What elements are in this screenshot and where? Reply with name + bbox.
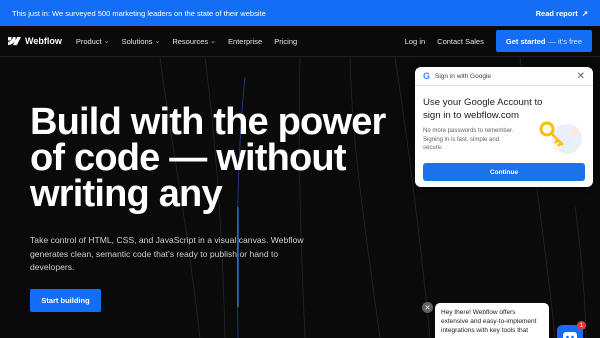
chat-close-icon[interactable]: ✕ [422, 302, 433, 313]
arrow-right-icon: ↗ [581, 8, 588, 18]
logo-text: Webflow [25, 36, 62, 46]
nav-item-enterprise[interactable]: Enterprise [228, 37, 262, 46]
get-started-suffix: — it's free [548, 36, 582, 46]
webflow-logo[interactable]: Webflow [8, 36, 62, 46]
google-popup-header-label: Sign in with Google [435, 72, 492, 80]
close-icon[interactable]: ✕ [577, 71, 585, 82]
nav-item-label: Pricing [274, 36, 298, 46]
announcement-text: This just in: We surveyed 500 marketing … [12, 8, 266, 18]
nav-item-label: Product [75, 36, 102, 46]
nav-links: Product ⌄ Solutions ⌄ Resources ⌄ Enterp… [76, 37, 297, 46]
chevron-down-icon: ⌄ [210, 38, 217, 45]
chevron-down-icon: ⌄ [154, 38, 161, 45]
read-report-link[interactable]: Read report ↗ [536, 9, 588, 18]
nav-right: Log in Contact Sales Get started — it's … [405, 30, 592, 52]
nav-item-pricing[interactable]: Pricing [274, 37, 297, 46]
webflow-logo-icon [8, 36, 21, 45]
nav-item-label: Solutions [121, 36, 153, 46]
google-signin-popup: G Sign in with Google ✕ Use your Google … [415, 67, 593, 187]
google-logo-icon: G [423, 71, 431, 81]
nav-item-label: Resources [172, 36, 209, 46]
start-building-button[interactable]: Start building [30, 289, 101, 312]
main-nav: Webflow Product ⌄ Solutions ⌄ Resources … [0, 26, 600, 57]
login-link[interactable]: Log in [405, 37, 425, 46]
hero-title: Build with the power of code — without w… [30, 101, 386, 215]
announcement-bar: This just in: We surveyed 500 marketing … [0, 0, 600, 26]
chat-notification-badge: 1 [577, 321, 586, 330]
nav-item-resources[interactable]: Resources ⌄ [172, 37, 216, 46]
contact-sales-link[interactable]: Contact Sales [437, 37, 484, 46]
google-popup-header: G Sign in with Google ✕ [415, 67, 593, 86]
nav-item-label: Enterprise [228, 36, 263, 46]
nav-item-product[interactable]: Product ⌄ [76, 37, 110, 46]
google-popup-description: No more passwords to remember. Signing i… [423, 128, 514, 151]
key-illustration-icon [539, 121, 582, 154]
read-report-label: Read report [535, 8, 578, 18]
get-started-button[interactable]: Get started — it's free [495, 30, 592, 52]
chat-bot-icon [563, 331, 577, 338]
get-started-label: Get started [505, 36, 546, 46]
hero-subtitle: Take control of HTML, CSS, and JavaScrip… [30, 235, 304, 272]
chevron-down-icon: ⌄ [103, 38, 110, 45]
google-popup-title: Use your Google Account to sign in to we… [423, 97, 543, 121]
chat-message-bubble[interactable]: Hey there! Webflow offers extensive and … [435, 303, 549, 338]
google-continue-button[interactable]: Continue [423, 163, 585, 181]
nav-item-solutions[interactable]: Solutions ⌄ [122, 37, 161, 46]
